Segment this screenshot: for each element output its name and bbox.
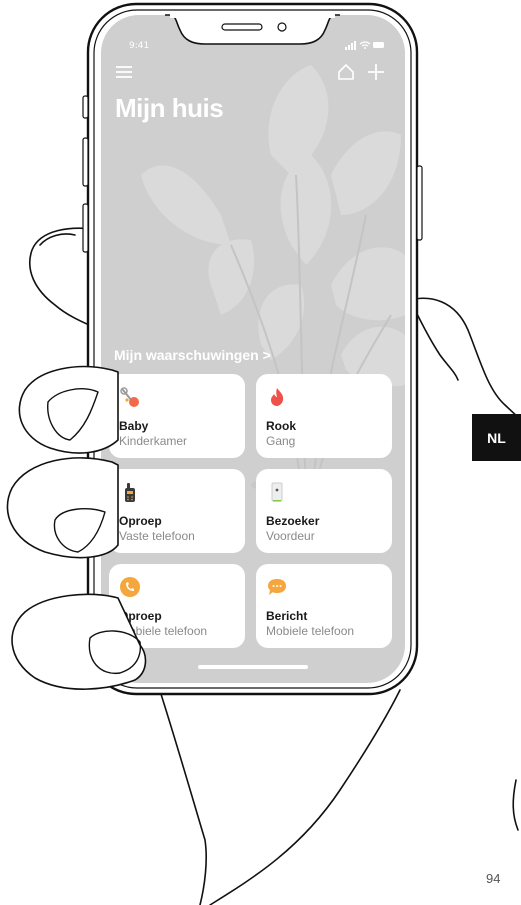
page-number: 94	[486, 871, 501, 886]
alert-card-rook[interactable]: Rook Gang	[256, 374, 392, 458]
home-indicator	[198, 665, 308, 669]
page-title: Mijn huis	[115, 93, 224, 123]
status-bar-icons	[345, 41, 384, 50]
alert-card-landline-call[interactable]: Oproep Vaste telefoon	[109, 469, 245, 553]
alert-card-title: Baby	[119, 419, 149, 433]
flame-icon	[271, 388, 284, 406]
doorbell-icon	[271, 482, 283, 502]
alert-card-subtitle: Vaste telefoon	[119, 529, 195, 543]
message-icon	[268, 579, 286, 595]
baby-monitor-icon	[120, 387, 139, 407]
alert-card-subtitle: Mobiele telefoon	[266, 624, 355, 638]
home-icon[interactable]	[337, 63, 355, 81]
phone-screen: 9:41 Mijn huis Mijn waarschuwingen > Bab…	[101, 15, 405, 683]
landline-phone-icon	[125, 483, 135, 502]
menu-icon[interactable]	[116, 65, 132, 79]
language-badge: NL	[472, 414, 521, 461]
alert-card-title: Oproep	[119, 514, 162, 528]
alert-card-subtitle: Voordeur	[266, 529, 315, 543]
alert-card-subtitle: Gang	[266, 434, 296, 448]
alert-card-visitor[interactable]: Bezoeker Voordeur	[256, 469, 392, 553]
alert-card-message[interactable]: Bericht Mobiele telefoon	[256, 564, 392, 648]
alert-card-title: Rook	[266, 419, 296, 433]
alert-card-subtitle: Kinderkamer	[119, 434, 188, 448]
alert-card-title: Bezoeker	[266, 514, 320, 528]
alert-card-mobile-call[interactable]: Oproep Mobiele telefoon	[109, 564, 245, 648]
status-time: 9:41	[129, 41, 150, 51]
alert-card-title: Oproep	[119, 609, 162, 623]
mobile-call-icon	[120, 577, 140, 597]
alert-card-title: Bericht	[266, 609, 308, 623]
alerts-section-link[interactable]: Mijn waarschuwingen >	[114, 347, 271, 363]
alert-card-baby[interactable]: Baby Kinderkamer	[109, 374, 245, 458]
plus-icon[interactable]	[367, 63, 385, 81]
alert-card-subtitle: Mobiele telefoon	[119, 624, 208, 638]
